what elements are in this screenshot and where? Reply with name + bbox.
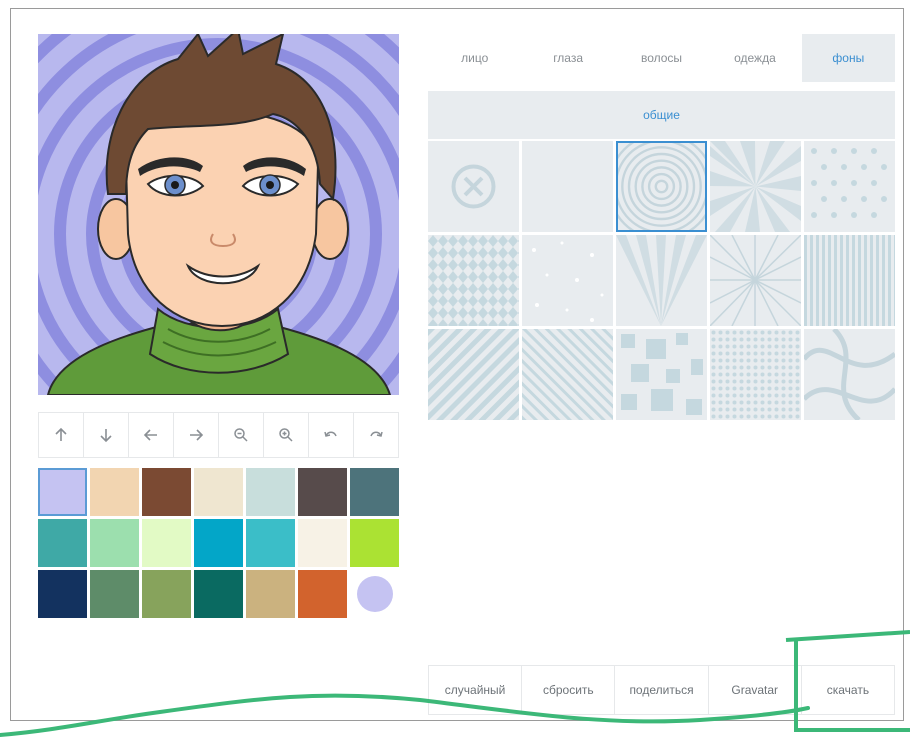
background-diagonal-stripes-thin[interactable] — [522, 329, 613, 420]
tab-clothes[interactable]: одежда — [708, 34, 801, 82]
background-vertical-stripes[interactable] — [804, 235, 895, 326]
starburst-pattern — [710, 235, 801, 326]
background-diamonds[interactable] — [428, 235, 519, 326]
move-down-button[interactable] — [84, 413, 129, 457]
background-squares-pixel[interactable] — [616, 329, 707, 420]
squares-pixel-pattern — [621, 333, 703, 415]
color-swatch[interactable] — [194, 570, 243, 618]
dot-grid-pattern — [710, 329, 801, 420]
avatar-preview — [38, 34, 399, 395]
zoom-in-icon — [279, 428, 293, 442]
color-swatch[interactable] — [194, 519, 243, 567]
tab-backgrounds[interactable]: фоны — [801, 34, 896, 82]
no-background-icon — [451, 164, 496, 209]
color-palette — [38, 468, 399, 618]
move-up-button[interactable] — [39, 413, 84, 457]
reset-button[interactable]: сбросить — [522, 666, 616, 714]
random-button[interactable]: случайный — [429, 666, 523, 714]
color-swatch[interactable] — [142, 570, 191, 618]
action-bar: случайный сбросить поделиться Gravatar с… — [428, 665, 895, 715]
background-concentric-circles[interactable] — [616, 141, 707, 232]
move-left-button[interactable] — [129, 413, 174, 457]
color-swatch[interactable] — [90, 468, 139, 516]
color-swatch[interactable] — [350, 468, 399, 516]
color-swatch[interactable] — [38, 570, 87, 618]
zoom-out-icon — [234, 428, 248, 442]
tab-eyes[interactable]: глаза — [521, 34, 614, 82]
hearts-pattern — [811, 148, 887, 218]
arrow-down-icon — [100, 429, 112, 443]
redo-icon — [370, 431, 383, 437]
redo-button[interactable] — [354, 413, 398, 457]
undo-button[interactable] — [309, 413, 354, 457]
undo-icon — [324, 431, 337, 437]
gravatar-button[interactable]: Gravatar — [709, 666, 802, 714]
concentric-circles-pattern — [618, 143, 705, 230]
zoom-out-button[interactable] — [219, 413, 264, 457]
color-swatch[interactable] — [142, 468, 191, 516]
custom-color-swatch[interactable] — [350, 570, 399, 618]
transform-toolbar — [38, 412, 399, 458]
background-blank[interactable] — [522, 141, 613, 232]
background-hearts[interactable] — [804, 141, 895, 232]
color-swatch[interactable] — [38, 468, 87, 516]
vertical-stripes-pattern — [804, 235, 895, 326]
background-dots-scatter[interactable] — [522, 235, 613, 326]
color-swatch[interactable] — [298, 570, 347, 618]
color-swatch[interactable] — [246, 570, 295, 618]
move-right-button[interactable] — [174, 413, 219, 457]
tab-face[interactable]: лицо — [428, 34, 521, 82]
background-sunburst[interactable] — [710, 141, 801, 232]
sunburst-pattern — [710, 141, 801, 232]
color-swatch[interactable] — [246, 519, 295, 567]
rays-fan-pattern — [616, 235, 707, 326]
diagonal-stripes-pattern — [428, 329, 519, 420]
background-grid — [428, 141, 895, 420]
color-swatch[interactable] — [194, 468, 243, 516]
zoom-in-button[interactable] — [264, 413, 309, 457]
custom-color-circle — [356, 576, 393, 612]
color-swatch[interactable] — [298, 468, 347, 516]
diagonal-stripes-thin-pattern — [522, 329, 613, 420]
color-swatch[interactable] — [246, 468, 295, 516]
dots-scatter-pattern — [532, 241, 604, 322]
background-diagonal-stripes[interactable] — [428, 329, 519, 420]
background-none[interactable] — [428, 141, 519, 232]
category-tabs: лицо глаза волосы одежда фоны — [428, 34, 896, 82]
arrow-up-icon — [55, 427, 67, 441]
color-swatch[interactable] — [142, 519, 191, 567]
background-curves[interactable] — [804, 329, 895, 420]
subtab-general[interactable]: общие — [428, 91, 895, 139]
share-button[interactable]: поделиться — [615, 666, 709, 714]
background-dot-grid[interactable] — [710, 329, 801, 420]
color-swatch[interactable] — [350, 519, 399, 567]
tab-hair[interactable]: волосы — [615, 34, 708, 82]
color-swatch[interactable] — [90, 519, 139, 567]
diamonds-pattern — [428, 235, 519, 326]
download-button[interactable]: скачать — [802, 666, 894, 714]
background-starburst[interactable] — [710, 235, 801, 326]
curves-pattern — [804, 329, 895, 420]
color-swatch[interactable] — [90, 570, 139, 618]
arrow-right-icon — [190, 429, 204, 441]
arrow-left-icon — [143, 429, 157, 441]
color-swatch[interactable] — [38, 519, 87, 567]
background-rays-fan[interactable] — [616, 235, 707, 326]
color-swatch[interactable] — [298, 519, 347, 567]
